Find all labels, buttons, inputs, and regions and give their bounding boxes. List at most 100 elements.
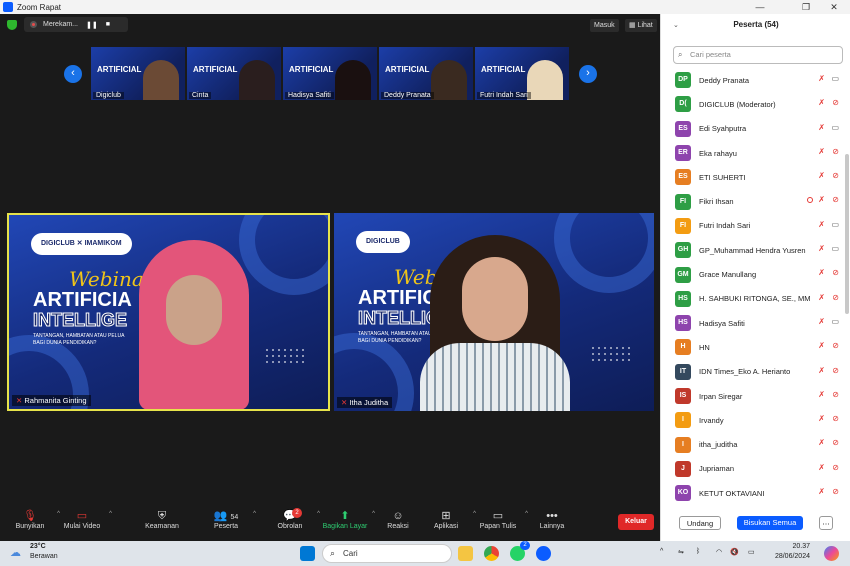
chat-button[interactable]: 💬 2 Obrolan ^ — [260, 508, 320, 539]
camera-icon[interactable]: ▭ — [831, 220, 839, 229]
camera-icon[interactable]: ▭ — [831, 317, 839, 326]
muted-mic-icon[interactable]: ✗ — [818, 171, 825, 180]
participant-row[interactable]: FI Futri Indah Sari ✗ ▭ — [661, 214, 843, 238]
zoom-app-icon[interactable] — [536, 546, 551, 561]
bluetooth-icon[interactable]: ᛒ — [696, 548, 700, 555]
muted-mic-icon[interactable]: ✗ — [818, 366, 825, 375]
muted-mic-icon[interactable]: ✗ — [818, 438, 825, 447]
camera-off-icon[interactable]: ⊘ — [832, 390, 839, 399]
chevron-up-icon[interactable]: ^ — [109, 511, 112, 517]
participant-thumbnail[interactable]: ARTIFICIAL Digiclub — [91, 47, 185, 100]
camera-icon[interactable]: ▭ — [831, 74, 839, 83]
participant-row[interactable]: J Jupriaman ✗ ⊘ — [661, 457, 843, 481]
participant-thumbnail[interactable]: ARTIFICIAL Futri Indah Sari — [475, 47, 569, 100]
muted-mic-icon[interactable]: ✗ — [818, 220, 825, 229]
participant-thumbnail[interactable]: ARTIFICIAL Hadisya Safiti — [283, 47, 377, 100]
muted-mic-icon[interactable]: ✗ — [818, 317, 825, 326]
muted-mic-icon[interactable]: ✗ — [818, 147, 825, 156]
participant-row[interactable]: KO KETUT OKTAVIANI ✗ ⊘ — [661, 481, 843, 505]
view-button[interactable]: ▦ Lihat — [625, 19, 657, 32]
wifi-icon[interactable]: ◠ — [716, 548, 722, 556]
muted-mic-icon[interactable]: ✗ — [818, 341, 825, 350]
muted-mic-icon[interactable]: ✗ — [818, 390, 825, 399]
muted-mic-icon[interactable]: ✗ — [818, 414, 825, 423]
unmute-button[interactable]: 🎙 Bunyikan ^ — [0, 509, 60, 539]
camera-icon[interactable]: ▭ — [831, 123, 839, 132]
muted-mic-icon[interactable]: ✗ — [818, 268, 825, 277]
muted-mic-icon[interactable]: ✗ — [818, 487, 825, 496]
camera-off-icon[interactable]: ⊘ — [832, 98, 839, 107]
participant-row[interactable]: H HN ✗ ⊘ — [661, 335, 843, 359]
chrome-icon[interactable] — [484, 546, 499, 561]
pause-recording-button[interactable]: ❚❚ — [86, 21, 98, 29]
minimize-button[interactable]: — — [744, 0, 776, 14]
participant-row[interactable]: HS Hadisya Safiti ✗ ▭ — [661, 311, 843, 335]
next-page-button[interactable]: › — [579, 65, 597, 83]
participant-row[interactable]: Iitha_juditha ✗ ⊘ — [661, 432, 843, 456]
camera-off-icon[interactable]: ⊘ — [832, 463, 839, 472]
participant-row[interactable]: GH GP_Muhammad Hendra Yusren ✗ ▭ — [661, 238, 843, 262]
muted-mic-icon[interactable]: ✗ — [818, 195, 825, 204]
camera-off-icon[interactable]: ⊘ — [832, 414, 839, 423]
mute-all-button[interactable]: Bisukan Semua — [737, 516, 803, 530]
muted-mic-icon[interactable]: ✗ — [818, 123, 825, 132]
participant-thumbnail[interactable]: ARTIFICIAL Deddy Pranata — [379, 47, 473, 100]
security-button[interactable]: ⛨ Keamanan — [132, 509, 192, 539]
camera-off-icon[interactable]: ⊘ — [832, 171, 839, 180]
participant-row[interactable]: FI Fikri Ihsan ✗ ⊘ — [661, 189, 843, 213]
camera-off-icon[interactable]: ⊘ — [832, 341, 839, 350]
camera-off-icon[interactable]: ⊘ — [832, 147, 839, 156]
participant-row[interactable]: D(DIGICLUB (Moderator) ✗ ⊘ — [661, 92, 843, 116]
taskbar-search-input[interactable]: ⌕ Cari — [322, 544, 452, 563]
more-options-button[interactable]: ⋯ — [819, 516, 833, 530]
apps-button[interactable]: ⊞ Aplikasi ^ — [416, 509, 476, 539]
stop-recording-button[interactable]: ■ — [106, 21, 110, 28]
close-button[interactable]: ✕ — [818, 0, 850, 14]
camera-off-icon[interactable]: ⊘ — [832, 438, 839, 447]
participant-row[interactable]: GM Grace Manullang ✗ ⊘ — [661, 262, 843, 286]
security-shield-icon[interactable] — [7, 20, 17, 30]
copilot-icon[interactable] — [824, 546, 839, 561]
camera-off-icon[interactable]: ⊘ — [832, 293, 839, 302]
volume-muted-icon[interactable]: 🔇 — [730, 548, 739, 556]
clock-date[interactable]: 28/06/2024 — [762, 553, 810, 560]
muted-mic-icon[interactable]: ✗ — [818, 244, 825, 253]
chevron-up-icon[interactable]: ^ — [253, 511, 256, 517]
participant-video-main[interactable]: DIGICLUB Webin ARTIFICI INTELLIGE TANTAN… — [334, 213, 654, 411]
more-button[interactable]: ••• Lainnya — [522, 509, 582, 539]
muted-mic-icon[interactable]: ✗ — [818, 98, 825, 107]
windows-start-icon[interactable] — [300, 546, 315, 561]
muted-mic-icon[interactable]: ✗ — [818, 293, 825, 302]
participant-row[interactable]: ES Edi Syahputra ✗ ▭ — [661, 117, 843, 141]
camera-off-icon[interactable]: ⊘ — [832, 487, 839, 496]
enter-button[interactable]: Masuk — [590, 19, 619, 32]
share-screen-button[interactable]: ⬆ Bagikan Layar ^ — [315, 509, 375, 539]
participant-row[interactable]: DP Deddy Pranata ✗ ▭ — [661, 68, 843, 92]
participant-row[interactable]: HS H. SAHBUKI RITONGA, SE., MM ✗ ⊘ — [661, 287, 843, 311]
previous-page-button[interactable]: ‹ — [64, 65, 82, 83]
weather-condition[interactable]: Berawan — [30, 553, 58, 560]
camera-icon[interactable]: ▭ — [831, 244, 839, 253]
participant-row[interactable]: I Irvandy ✗ ⊘ — [661, 408, 843, 432]
participant-list-scrollbar[interactable] — [845, 154, 849, 314]
weather-temperature[interactable]: 23°C — [30, 543, 46, 550]
participant-search-input[interactable]: ⌕ Cari peserta — [673, 46, 843, 64]
start-video-button[interactable]: ▭ Mulai Video ^ — [52, 509, 112, 539]
camera-off-icon[interactable]: ⊘ — [832, 366, 839, 375]
leave-button[interactable]: Keluar — [618, 514, 654, 530]
participant-row[interactable]: ES ETI SUHERTI ✗ ⊘ — [661, 165, 843, 189]
muted-mic-icon[interactable]: ✗ — [818, 463, 825, 472]
whiteboard-button[interactable]: ▭ Papan Tulis ^ — [468, 509, 528, 539]
participant-row[interactable]: ER Eka rahayu ✗ ⊘ — [661, 141, 843, 165]
participant-thumbnail[interactable]: ARTIFICIAL Cinta — [187, 47, 281, 100]
clock-time[interactable]: 20.37 — [772, 543, 810, 550]
muted-mic-icon[interactable]: ✗ — [818, 74, 825, 83]
speaker-video[interactable]: DIGICLUB ✕ IMAMIKOM Webinar ARTIFICIA IN… — [7, 213, 330, 411]
battery-icon[interactable]: ▭ — [748, 548, 755, 556]
invite-button[interactable]: Undang — [679, 516, 721, 530]
camera-off-icon[interactable]: ⊘ — [832, 195, 839, 204]
file-explorer-icon[interactable] — [458, 546, 473, 561]
participant-row[interactable]: IT IDN Times_Eko A. Herianto ✗ ⊘ — [661, 360, 843, 384]
participants-button[interactable]: 👥 54 Peserta ^ — [196, 509, 256, 539]
settings-sliders-icon[interactable]: ⇋ — [678, 548, 684, 556]
